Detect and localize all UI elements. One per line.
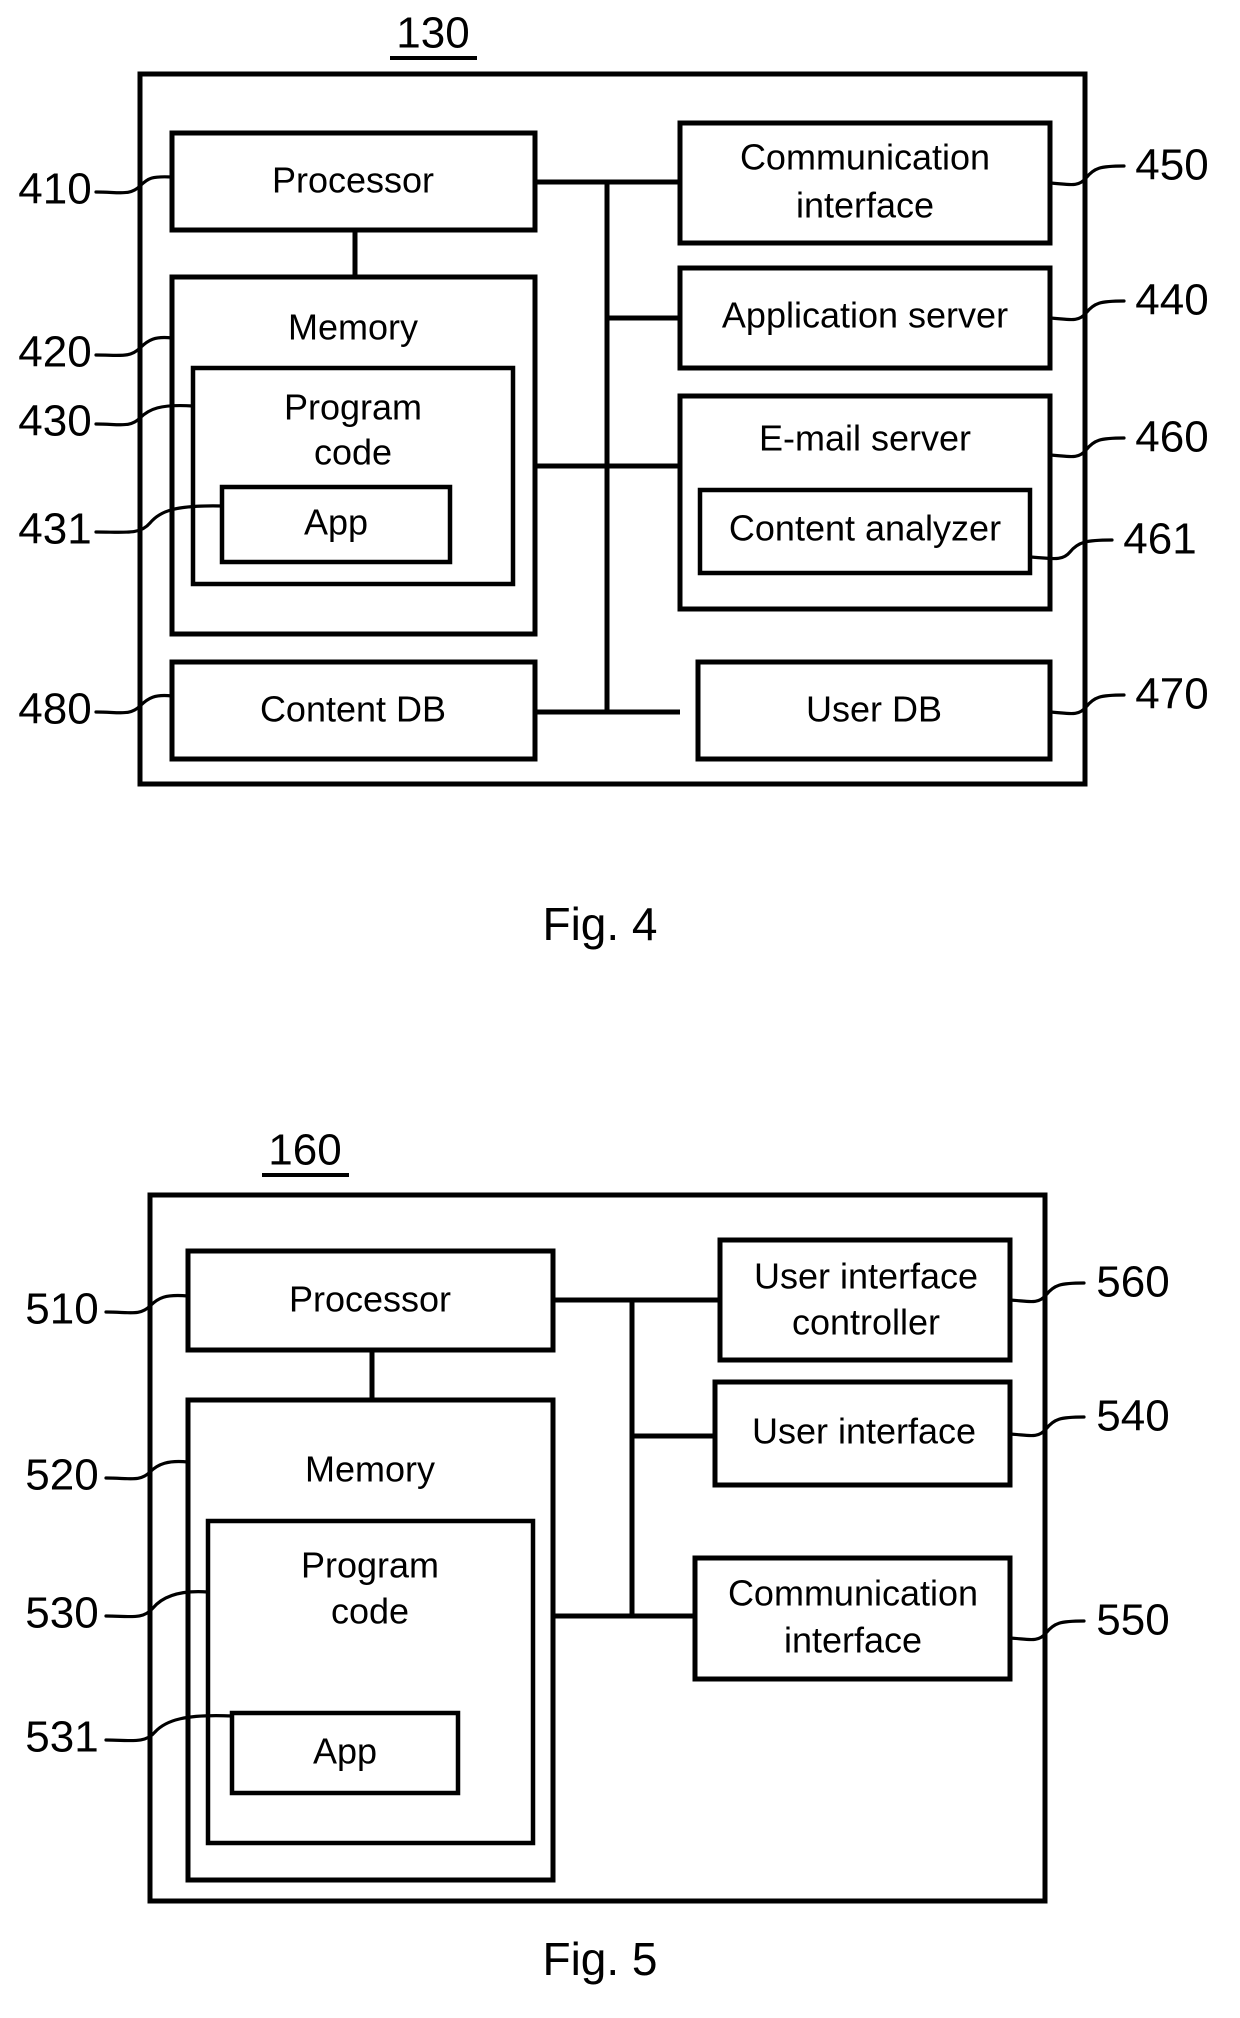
fig5-comm-interface-line1: Communication xyxy=(728,1573,978,1614)
fig5-user-interface-label: User interface xyxy=(752,1411,976,1452)
fig5-ref-531: 531 xyxy=(25,1713,98,1762)
fig4-caption: Fig. 4 xyxy=(542,898,657,950)
fig5-caption: Fig. 5 xyxy=(542,1933,657,1985)
fig4-ref-450: 450 xyxy=(1135,141,1208,190)
fig4-program-code-line2: code xyxy=(314,432,392,473)
fig4-processor-label: Processor xyxy=(272,160,434,201)
fig4-ref-440: 440 xyxy=(1135,276,1208,325)
fig4-title-ref: 130 xyxy=(396,9,469,58)
fig4-ref-430: 430 xyxy=(18,397,91,446)
fig4-content-db-label: Content DB xyxy=(260,689,446,730)
fig4-user-db-label: User DB xyxy=(806,689,942,730)
fig4-ref-461: 461 xyxy=(1123,515,1196,564)
fig5-program-code-line2: code xyxy=(331,1591,409,1632)
fig4-comm-interface-line2: interface xyxy=(796,185,934,226)
fig5-ref-550: 550 xyxy=(1096,1596,1169,1645)
fig4-comm-interface-line1: Communication xyxy=(740,137,990,178)
fig4-ref-460: 460 xyxy=(1135,413,1208,462)
fig4-ref-431: 431 xyxy=(18,505,91,554)
fig4-ref-420: 420 xyxy=(18,328,91,377)
fig5-ref-540: 540 xyxy=(1096,1392,1169,1441)
figure-5: 160 Processor Memory Program code App Us… xyxy=(25,1126,1169,1986)
fig5-ref-520: 520 xyxy=(25,1451,98,1500)
fig4-memory-label: Memory xyxy=(288,307,418,348)
fig5-title-ref: 160 xyxy=(268,1126,341,1175)
fig5-ref-510: 510 xyxy=(25,1285,98,1334)
fig4-app-server-label: Application server xyxy=(722,295,1008,336)
fig5-comm-interface-line2: interface xyxy=(784,1620,922,1661)
fig4-app-label: App xyxy=(304,502,368,543)
figure-sheet: 130 Processor Memory Program code App Co… xyxy=(0,0,1240,2018)
fig4-ref-480: 480 xyxy=(18,685,91,734)
fig4-content-analyzer-label: Content analyzer xyxy=(729,508,1001,549)
fig5-app-label: App xyxy=(313,1731,377,1772)
fig5-program-code-line1: Program xyxy=(301,1545,439,1586)
figure-sheet-canvas: 130 Processor Memory Program code App Co… xyxy=(18,9,1208,1986)
fig4-program-code-line1: Program xyxy=(284,387,422,428)
fig4-ref-410: 410 xyxy=(18,165,91,214)
fig4-ref-470: 470 xyxy=(1135,670,1208,719)
fig5-ref-560: 560 xyxy=(1096,1258,1169,1307)
fig5-ui-controller-line2: controller xyxy=(792,1302,940,1343)
fig5-ui-controller-line1: User interface xyxy=(754,1256,978,1297)
fig4-email-server-label: E-mail server xyxy=(759,418,971,459)
figure-4: 130 Processor Memory Program code App Co… xyxy=(18,9,1208,951)
fig5-ref-530: 530 xyxy=(25,1589,98,1638)
fig5-memory-label: Memory xyxy=(305,1449,435,1490)
fig5-processor-label: Processor xyxy=(289,1279,451,1320)
